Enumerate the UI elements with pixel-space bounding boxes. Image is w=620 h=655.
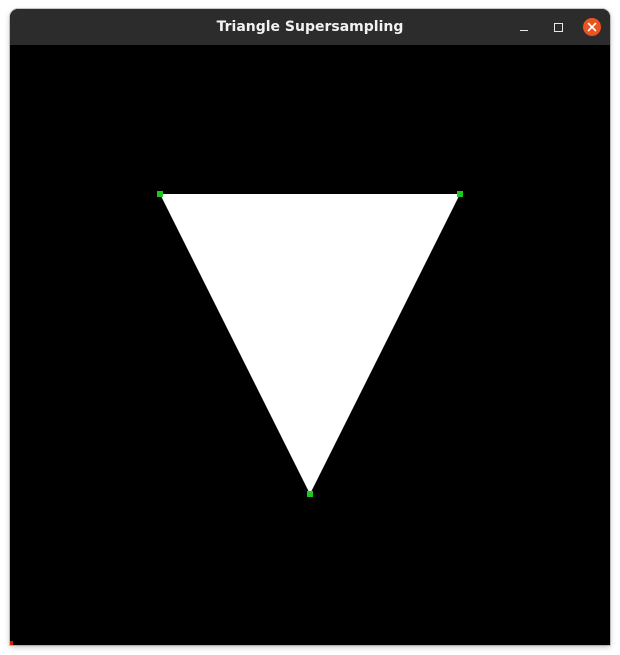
vertex-marker-top-left: [157, 191, 163, 197]
minimize-button[interactable]: [512, 9, 536, 45]
maximize-icon: [553, 22, 563, 32]
minimize-icon: [520, 30, 528, 31]
close-x-glyph: [587, 22, 597, 32]
rendered-triangle: [160, 194, 460, 494]
close-icon: [583, 18, 601, 36]
render-canvas[interactable]: [10, 45, 610, 645]
corner-pixel-marker: [10, 641, 13, 645]
close-button[interactable]: [580, 9, 604, 45]
title-bar[interactable]: Triangle Supersampling: [10, 9, 610, 45]
triangle-scene: [157, 191, 463, 497]
app-window: Triangle Supersampling: [10, 9, 610, 645]
maximize-button[interactable]: [546, 9, 570, 45]
vertex-marker-top-right: [457, 191, 463, 197]
vertex-marker-bottom: [307, 491, 313, 497]
